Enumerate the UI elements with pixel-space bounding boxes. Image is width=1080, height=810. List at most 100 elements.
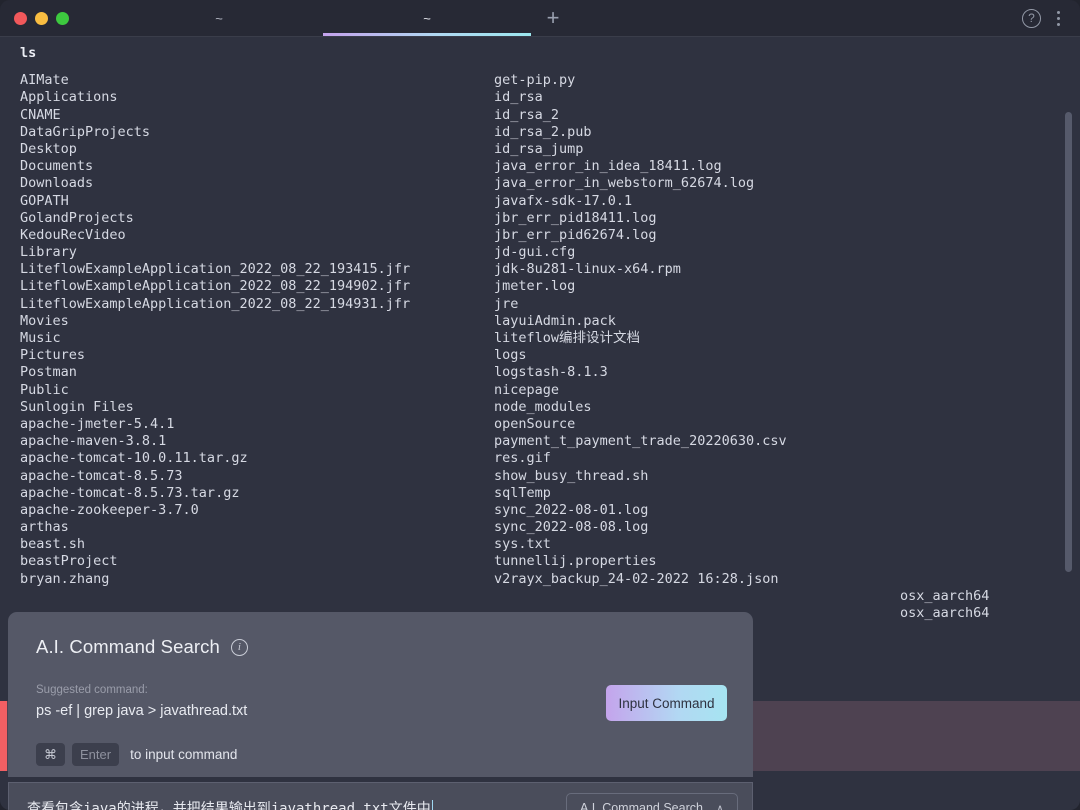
file-entry: sync_2022-08-01.log bbox=[494, 501, 649, 518]
command-key-icon: ⌘ bbox=[36, 743, 65, 766]
vertical-scrollbar[interactable] bbox=[1065, 112, 1072, 572]
ai-query-value: 查看包含java的进程，并把结果输出到javathread.txt文件中 bbox=[27, 801, 431, 810]
file-entry: GOPATH bbox=[20, 192, 69, 209]
file-entry: show_busy_thread.sh bbox=[494, 467, 649, 484]
file-entry: openSource bbox=[494, 415, 576, 432]
file-entry: beastProject bbox=[20, 553, 118, 570]
ai-input-bar[interactable]: 查看包含java的进程，并把结果输出到javathread.txt文件中 A.I… bbox=[8, 782, 753, 810]
keyboard-shortcut-hint: ⌘ Enter to input command bbox=[36, 743, 727, 766]
tab-0[interactable]: ~ bbox=[115, 0, 323, 36]
file-entry: AIMate bbox=[20, 72, 69, 89]
tab-label: ~ bbox=[423, 10, 431, 26]
more-options-icon[interactable] bbox=[1051, 9, 1066, 28]
file-entry: Pictures bbox=[20, 347, 86, 364]
file-entry: node_modules bbox=[494, 398, 592, 415]
file-entry: apache-tomcat-8.5.73.tar.gz bbox=[20, 484, 240, 501]
terminal-body[interactable]: ls AIMate Applications CNAME DataGripProjec… bbox=[0, 37, 1080, 810]
file-entry: DataGripProjects bbox=[20, 123, 151, 140]
shortcut-hint-text: to input command bbox=[130, 747, 238, 762]
file-entry: java_error_in_webstorm_62674.log bbox=[494, 175, 755, 192]
input-command-button[interactable]: Input Command bbox=[606, 685, 727, 721]
traffic-light-controls bbox=[0, 11, 69, 25]
selection-marker bbox=[0, 701, 7, 771]
new-tab-button[interactable]: + bbox=[531, 0, 575, 36]
ai-panel-body: Suggested command: ps -ef | grep java > … bbox=[36, 684, 727, 721]
help-icon[interactable]: ? bbox=[1022, 8, 1041, 28]
file-entry: LiteflowExampleApplication_2022_08_22_19… bbox=[20, 261, 411, 278]
suggested-command-text: ps -ef | grep java > javathread.txt bbox=[36, 703, 248, 719]
file-entry: Public bbox=[20, 381, 69, 398]
file-entry: nicepage bbox=[494, 381, 560, 398]
file-entry: GolandProjects bbox=[20, 209, 134, 226]
file-entry: sqlTemp bbox=[494, 484, 551, 501]
file-entry: jmeter.log bbox=[494, 278, 576, 295]
titlebar: ~ ~ + ? bbox=[0, 0, 1080, 37]
file-entry: KedouRecVideo bbox=[20, 226, 126, 243]
file-entry: Sunlogin Files bbox=[20, 398, 134, 415]
maximize-window-button[interactable] bbox=[56, 11, 69, 25]
file-entry: apache-tomcat-8.5.73 bbox=[20, 467, 183, 484]
file-entry: Downloads bbox=[20, 175, 94, 192]
file-entry: osx_aarch64 bbox=[900, 588, 990, 605]
ai-query-input[interactable]: 查看包含java的进程，并把结果输出到javathread.txt文件中 bbox=[27, 798, 566, 810]
file-entry: payment_t_payment_trade_20220630.csv bbox=[494, 433, 787, 450]
close-window-button[interactable] bbox=[14, 11, 27, 25]
file-entry: res.gif bbox=[494, 450, 551, 467]
file-entry: id_rsa_jump bbox=[494, 140, 584, 157]
file-entry: tunnellij.properties bbox=[494, 553, 657, 570]
suggested-command-label: Suggested command: bbox=[36, 684, 148, 696]
ai-mode-label: A.I. Command Search bbox=[579, 801, 703, 810]
file-entry: get-pip.py bbox=[494, 72, 576, 89]
tab-label: ~ bbox=[215, 10, 223, 26]
file-entry: jdk-8u281-linux-x64.rpm bbox=[494, 261, 681, 278]
file-column-1: AIMate Applications CNAME DataGripProjects D… bbox=[20, 72, 410, 588]
file-entry: Music bbox=[20, 330, 61, 347]
file-entry: logs bbox=[494, 347, 527, 364]
tab-1-active[interactable]: ~ bbox=[323, 0, 531, 36]
file-entry: javafx-sdk-17.0.1 bbox=[494, 192, 633, 209]
file-entry: jre bbox=[494, 295, 519, 312]
file-entry: Documents bbox=[20, 158, 94, 175]
info-icon[interactable]: i bbox=[230, 638, 248, 656]
ai-command-search-panel: A.I. Command Search i Suggested command:… bbox=[8, 612, 753, 777]
titlebar-actions: ? bbox=[1022, 8, 1080, 28]
file-entry: sync_2022-08-08.log bbox=[494, 519, 649, 536]
file-entry: java_error_in_idea_18411.log bbox=[494, 158, 722, 175]
tab-strip: ~ ~ + bbox=[115, 0, 1022, 36]
file-entry: bryan.zhang bbox=[20, 570, 110, 587]
file-entry: sys.txt bbox=[494, 536, 551, 553]
file-entry: Library bbox=[20, 244, 77, 261]
ai-panel-header: A.I. Command Search i bbox=[36, 636, 727, 658]
enter-key-icon: Enter bbox=[72, 743, 120, 766]
text-caret bbox=[431, 800, 434, 810]
minimize-window-button[interactable] bbox=[35, 11, 48, 25]
file-entry: layuiAdmin.pack bbox=[494, 312, 616, 329]
file-entry: apache-maven-3.8.1 bbox=[20, 433, 167, 450]
file-entry: jbr_err_pid62674.log bbox=[494, 226, 657, 243]
suggested-command-block: Suggested command: ps -ef | grep java > … bbox=[36, 684, 247, 719]
file-entry: jbr_err_pid18411.log bbox=[494, 209, 657, 226]
file-entry: CNAME bbox=[20, 106, 61, 123]
file-entry: LiteflowExampleApplication_2022_08_22_19… bbox=[20, 295, 411, 312]
file-entry: Applications bbox=[20, 89, 118, 106]
chevron-up-icon: ∧ bbox=[715, 802, 724, 810]
file-entry: v2rayx_backup_24-02-2022 16:28.json bbox=[494, 570, 779, 587]
file-entry: apache-jmeter-5.4.1 bbox=[20, 415, 175, 432]
file-entry: beast.sh bbox=[20, 536, 86, 553]
file-entry: Postman bbox=[20, 364, 77, 381]
file-entry: id_rsa_2.pub bbox=[494, 123, 592, 140]
terminal-output: ls AIMate Applications CNAME DataGripProjec… bbox=[0, 45, 1080, 621]
file-entry: LiteflowExampleApplication_2022_08_22_19… bbox=[20, 278, 411, 295]
file-column-3: osx_aarch64 osx_aarch64 bbox=[900, 588, 989, 622]
command-line: ls bbox=[20, 45, 37, 61]
file-entry: liteflow编排设计文档 bbox=[494, 330, 641, 347]
file-column-2: get-pip.py id_rsa id_rsa_2 id_rsa_2.pub id_r… bbox=[494, 72, 787, 588]
terminal-window: ~ ~ + ? ls AIMate Applications CNAME DataGr… bbox=[0, 0, 1080, 810]
ai-panel-title: A.I. Command Search bbox=[36, 636, 220, 657]
file-entry: logstash-8.1.3 bbox=[494, 364, 608, 381]
ai-mode-button[interactable]: A.I. Command Search ∧ bbox=[565, 793, 738, 810]
file-entry: Movies bbox=[20, 312, 69, 329]
file-entry: id_rsa_2 bbox=[494, 106, 560, 123]
file-entry: id_rsa bbox=[494, 89, 543, 106]
file-entry: osx_aarch64 bbox=[900, 605, 990, 622]
